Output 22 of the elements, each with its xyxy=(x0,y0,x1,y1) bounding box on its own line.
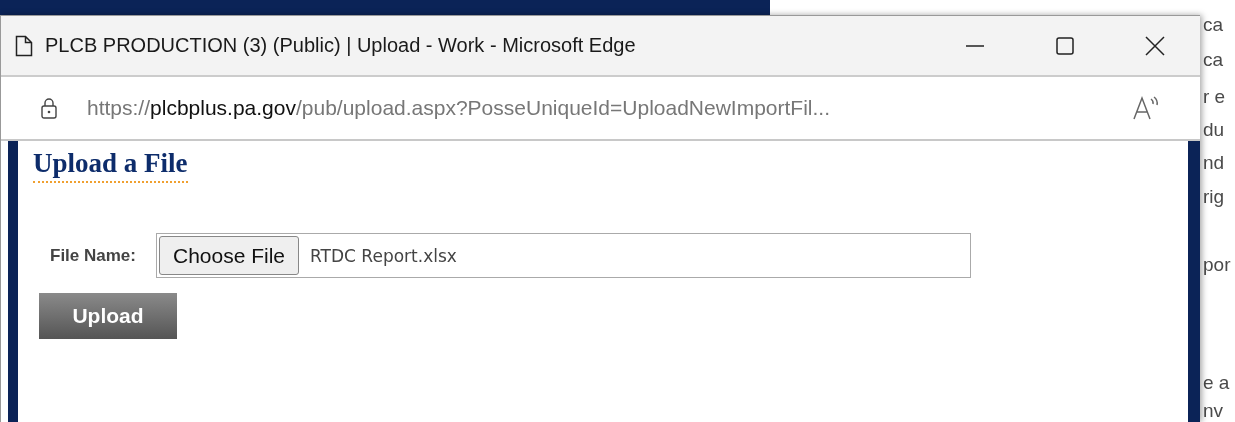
background-text: e a xyxy=(1203,372,1230,394)
page-heading: Upload a File xyxy=(33,147,188,183)
lock-icon xyxy=(41,97,57,119)
field-label: File Name: xyxy=(50,245,136,266)
upload-button[interactable]: Upload xyxy=(39,293,177,339)
maximize-icon xyxy=(1055,35,1075,56)
background-text: ca xyxy=(1203,49,1224,71)
document-icon xyxy=(15,34,33,57)
choose-file-button[interactable]: Choose File xyxy=(159,236,300,275)
address-url[interactable]: https://plcbplus.pa.gov/pub/upload.aspx?PosseUniqueId=UploadNewImportFil... xyxy=(87,96,831,120)
file-input[interactable]: Choose File RTDC Report.xlsx xyxy=(156,233,971,278)
background-text: nd xyxy=(1203,152,1225,174)
close-icon xyxy=(1145,35,1165,56)
file-name-text: RTDC Report.xlsx xyxy=(310,245,457,266)
background-text: r e xyxy=(1203,86,1226,108)
minimize-icon xyxy=(965,44,985,47)
background-text: du xyxy=(1203,119,1225,141)
background-text: por xyxy=(1203,254,1231,276)
background-text: ca xyxy=(1203,14,1224,36)
background-text: rig xyxy=(1203,186,1225,208)
background-text: nv xyxy=(1203,400,1224,422)
window-title: PLCB PRODUCTION (3) (Public) | Upload - Work - Microsoft Edge xyxy=(45,34,636,57)
